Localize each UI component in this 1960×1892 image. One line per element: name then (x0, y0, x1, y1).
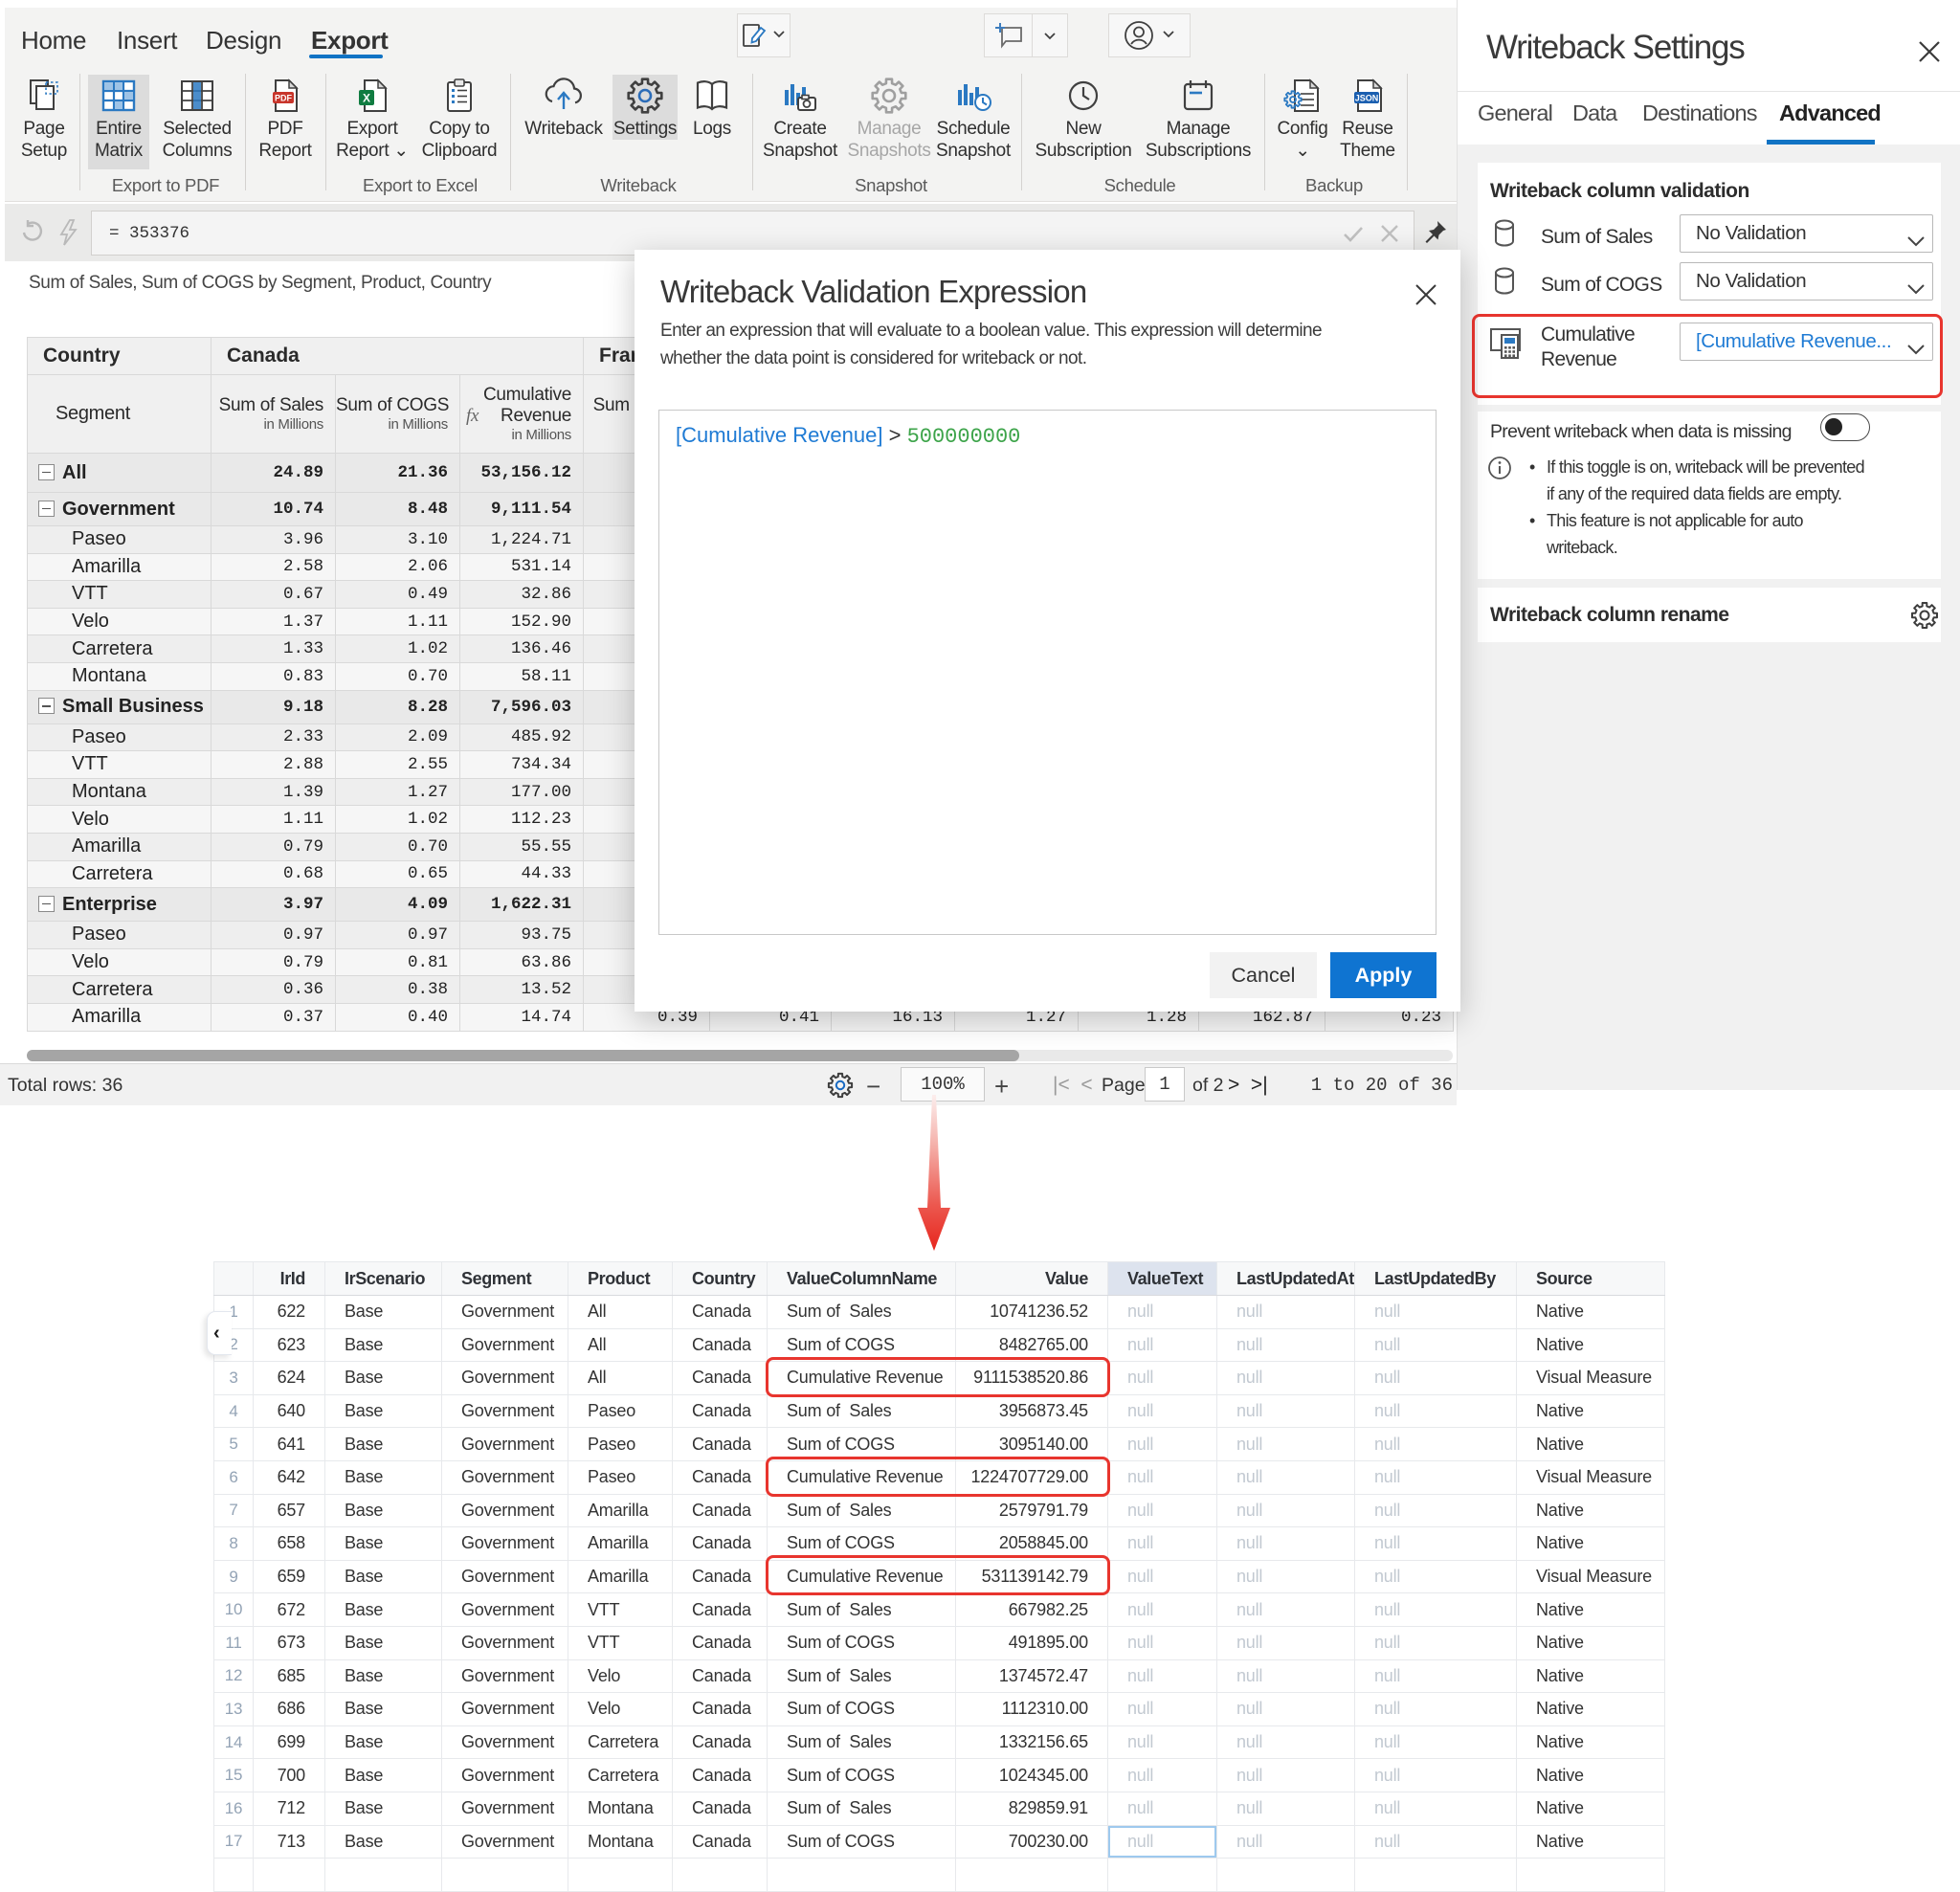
svg-text:JSON: JSON (1355, 94, 1379, 103)
svg-text:X: X (363, 92, 370, 105)
svg-text:PDF: PDF (275, 94, 293, 103)
